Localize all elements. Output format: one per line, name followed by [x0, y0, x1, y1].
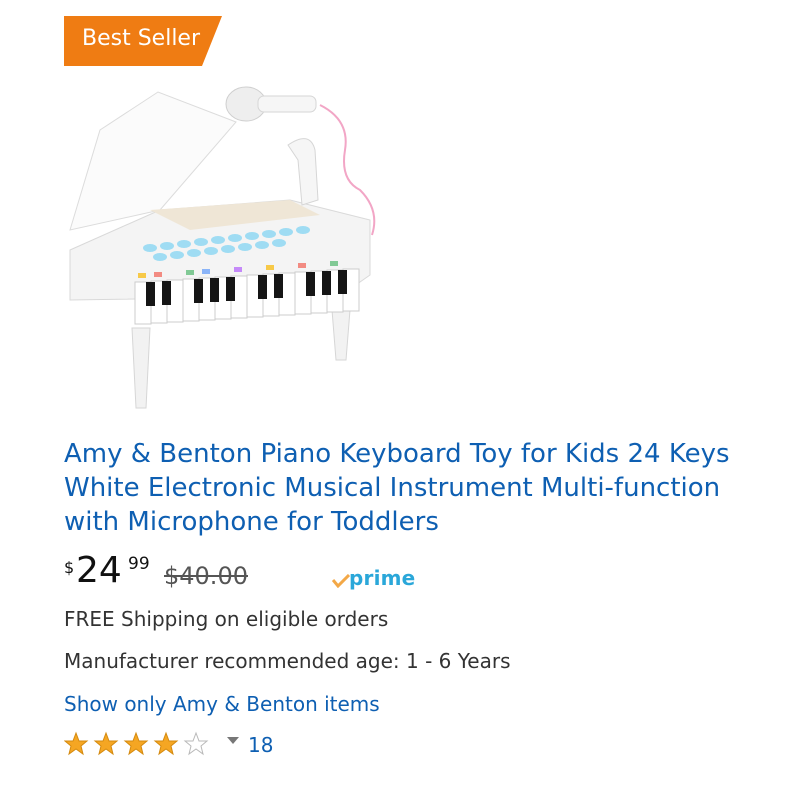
review-count[interactable]: 18: [248, 733, 273, 757]
shipping-text: FREE Shipping on eligible orders: [64, 607, 389, 631]
brand-filter-link[interactable]: Show only Amy & Benton items: [64, 692, 380, 716]
rating-row[interactable]: 18: [64, 731, 364, 761]
product-title-link[interactable]: Amy & Benton Piano Keyboard Toy for Kids…: [64, 437, 764, 539]
price-whole: 24: [76, 550, 122, 591]
list-price: $40.00: [164, 562, 248, 590]
toy-piano-image: [69, 86, 376, 409]
chevron-down-icon[interactable]: [227, 735, 239, 745]
price-fraction: 99: [128, 554, 150, 574]
product-image[interactable]: [40, 60, 420, 430]
badge-label: Best Seller: [82, 26, 201, 51]
price-currency: $: [64, 558, 75, 577]
price-row: $ 24 99 $40.00 prime: [64, 548, 464, 598]
best-seller-badge: Best Seller: [64, 16, 222, 66]
prime-check-icon: [332, 574, 350, 588]
prime-label: prime: [349, 566, 416, 590]
age-text: Manufacturer recommended age: 1 - 6 Year…: [64, 649, 511, 673]
star-rating-icon[interactable]: [64, 731, 216, 757]
